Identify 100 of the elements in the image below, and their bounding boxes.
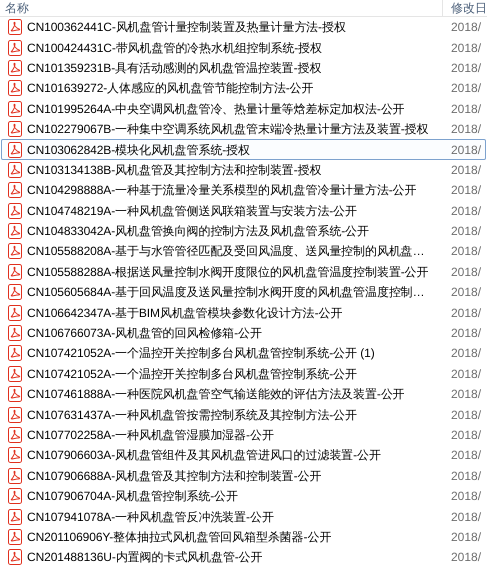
pdf-file-icon xyxy=(8,202,22,219)
file-row[interactable]: CN106642347A-基于BIM风机盘管模块参数化设计方法-公开 2018/ xyxy=(1,302,486,323)
modified-date: 2018/ xyxy=(450,40,482,57)
pdf-file-icon xyxy=(8,386,22,402)
file-row[interactable]: CN107702258A-一种风机盘管湿膜加湿器-公开 2018/ xyxy=(1,424,486,446)
file-name: CN100424431C-带风机盘管的冷热水机组控制系统-授权 xyxy=(27,40,323,57)
modified-date: 2018/ xyxy=(450,427,482,444)
modified-date: 2018/ xyxy=(450,243,482,260)
pdf-file-icon xyxy=(8,264,22,280)
file-row[interactable]: CN107906603A-风机盘管组件及其风机盘管进风口的过滤装置-公开 2018/ xyxy=(1,445,486,466)
file-row[interactable]: CN107421052A-一个温控开关控制多台风机盘管控制系统-公开 2018/ xyxy=(1,364,486,384)
modified-date: 2018/ xyxy=(450,202,482,220)
pdf-file-icon xyxy=(8,488,22,504)
pdf-file-icon xyxy=(8,223,22,240)
modified-date: 2018/ xyxy=(450,162,482,179)
file-name: CN107421052A-一个温控开关控制多台风机盘管控制系统-公开 (1) xyxy=(27,345,376,362)
pdf-file-icon xyxy=(8,508,22,525)
pdf-file-icon xyxy=(8,345,22,362)
file-row[interactable]: CN100424431C-带风机盘管的冷热水机组控制系统-授权 2018/ xyxy=(1,37,486,58)
file-row[interactable]: CN201106906Y-整体抽拉式风机盘管回风箱型杀菌器-公开 2018/ xyxy=(1,526,486,548)
pdf-file-icon xyxy=(8,142,22,158)
file-name: CN105605684A-基于回风温度及送风量控制水阀开度的风机盘管温度控制… xyxy=(27,284,426,302)
file-name: CN107906688A-风机盘管及其控制方法和控制装置-公开 xyxy=(27,468,322,485)
pdf-file-icon xyxy=(8,366,22,382)
file-name: CN106766073A-风机盘管的回风检修箱-公开 xyxy=(27,325,263,342)
modified-date: 2018/ xyxy=(450,386,482,404)
file-row[interactable]: CN106766073A-风机盘管的回风检修箱-公开 2018/ xyxy=(1,322,486,344)
file-name: CN104298888A-一种基于流量冷量关系模型的风机盘管冷量计量方法-公开 xyxy=(27,182,418,200)
file-name: CN201488136U-内置阀的卡式风机盘管-公开 xyxy=(27,549,264,566)
column-header[interactable]: 修改日 xyxy=(443,0,487,16)
pdf-file-icon xyxy=(8,304,22,321)
file-row[interactable]: CN105588208A-基于与水管管径匹配及受回风温度、送风量控制的风机盘… 2018/ xyxy=(1,241,486,262)
pdf-file-icon xyxy=(8,549,22,566)
modified-date: 2018/ xyxy=(450,142,482,159)
modified-date: 2018/ xyxy=(450,264,482,281)
modified-date: 2018/ xyxy=(450,19,482,36)
modified-date: 2018/ xyxy=(450,345,482,362)
file-row[interactable]: CN105605684A-基于回风温度及送风量控制水阀开度的风机盘管温度控制… 2018/ xyxy=(1,282,486,302)
modified-date: 2018/ xyxy=(450,100,482,118)
file-name: CN101995264A-中央空调风机盘管冷、热量计量等焓差标定加权法-公开 xyxy=(27,100,406,118)
file-row[interactable]: CN104833042A-风机盘管换向阀的控制方法及风机盘管系统-公开 2018/ xyxy=(1,220,486,242)
pdf-file-icon xyxy=(8,406,22,423)
modified-date: 2018/ xyxy=(450,80,482,98)
modified-date: 2018/ xyxy=(450,447,482,464)
modified-date: 2018/ xyxy=(450,528,482,546)
file-name: CN106642347A-基于BIM风机盘管模块参数化设计方法-公开 xyxy=(27,304,344,322)
file-row[interactable]: CN107461888A-一种医院风机盘管空气输送能效的评估方法及装置-公开 2018/ xyxy=(1,384,486,404)
modified-date: 2018/ xyxy=(450,60,482,77)
modified-date: 2018/ xyxy=(450,468,482,485)
pdf-file-icon xyxy=(8,100,22,117)
file-row[interactable]: CN102279067B-一种集中空调系统风机盘管末端冷热量计量方法及装置-授权 2018/ xyxy=(1,118,486,140)
pdf-file-icon xyxy=(8,121,22,138)
file-name: CN102279067B-一种集中空调系统风机盘管末端冷热量计量方法及装置-授权 xyxy=(27,121,430,138)
modified-date: 2018/ xyxy=(450,304,482,322)
modified-date: 2018/ xyxy=(450,366,482,383)
modified-date: 2018/ xyxy=(450,121,482,138)
file-name: CN103062842B-模块化风机盘管系统-授权 xyxy=(27,142,251,159)
pdf-file-icon xyxy=(8,243,22,260)
file-name: CN107941078A-一种风机盘管反冲洗装置-公开 xyxy=(27,508,275,526)
file-name: CN107702258A-一种风机盘管湿膜加湿器-公开 xyxy=(27,427,275,444)
file-row[interactable]: CN104298888A-一种基于流量冷量关系模型的风机盘管冷量计量方法-公开 2018/ xyxy=(1,180,486,201)
file-row[interactable]: CN100362441C-风机盘管计量控制装置及热量计量方法-授权 2018/ xyxy=(1,17,486,38)
file-row[interactable]: CN101995264A-中央空调风机盘管冷、热量计量等焓差标定加权法-公开 2018/ xyxy=(1,98,486,119)
pdf-file-icon xyxy=(8,528,22,545)
modified-date: 2018/ xyxy=(450,325,482,342)
pdf-file-icon xyxy=(8,427,22,443)
file-name: CN201106906Y-整体抽拉式风机盘管回风箱型杀菌器-公开 xyxy=(27,528,332,546)
file-name: CN107421052A-一个温控开关控制多台风机盘管控制系统-公开 xyxy=(27,366,358,383)
file-row[interactable]: CN107941078A-一种风机盘管反冲洗装置-公开 2018/ xyxy=(1,506,486,527)
file-row[interactable]: CN104748219A-一种风机盘管侧送风联箱装置与安装方法-公开 2018/ xyxy=(1,200,486,221)
pdf-file-icon xyxy=(8,325,22,342)
file-name: CN107631437A-一种风机盘管按需控制系统及其控制方法-公开 xyxy=(27,406,358,424)
pdf-file-icon xyxy=(8,468,22,484)
pdf-file-icon xyxy=(8,80,22,96)
modified-date: 2018/ xyxy=(450,182,482,200)
file-name: CN101639272-人体感应的风机盘管节能控制方法-公开 xyxy=(27,80,314,98)
file-row[interactable]: CN103134138B-风机盘管及其控制方法和控制装置-授权 2018/ xyxy=(1,160,486,180)
file-row[interactable]: CN107631437A-一种风机盘管按需控制系统及其控制方法-公开 2018/ xyxy=(1,404,486,425)
file-row[interactable]: CN101359231B-具有活动感测的风机盘管温控装置-授权 2018/ xyxy=(1,58,486,78)
file-row[interactable]: CN107906688A-风机盘管及其控制方法和控制装置-公开 2018/ xyxy=(1,466,486,486)
file-row[interactable]: CN107421052A-一个温控开关控制多台风机盘管控制系统-公开 (1) 2018/ xyxy=(1,343,486,364)
file-row[interactable]: CN107906704A-风机盘管控制系统-公开 2018/ xyxy=(1,486,486,506)
file-row[interactable]: CN105588288A-根据送风量控制水阀开度限位的风机盘管温度控制装置-公开 2018/ xyxy=(1,262,486,282)
file-row[interactable]: CN103062842B-模块化风机盘管系统-授权 2018/ xyxy=(1,139,486,160)
pdf-file-icon xyxy=(8,162,22,178)
pdf-file-icon xyxy=(8,19,22,36)
file-name: CN103134138B-风机盘管及其控制方法和控制装置-授权 xyxy=(27,162,322,179)
file-name: CN107906603A-风机盘管组件及其风机盘管进风口的过滤装置-公开 xyxy=(27,447,382,464)
column-header[interactable]: 名称 xyxy=(0,0,443,16)
file-name: CN107461888A-一种医院风机盘管空气输送能效的评估方法及装置-公开 xyxy=(27,386,406,404)
file-row[interactable]: CN201488136U-内置阀的卡式风机盘管-公开 2018/ xyxy=(1,547,486,568)
file-row[interactable]: CN101639272-人体感应的风机盘管节能控制方法-公开 2018/ xyxy=(1,78,486,99)
pdf-file-icon xyxy=(8,447,22,464)
file-name: CN104833042A-风机盘管换向阀的控制方法及风机盘管系统-公开 xyxy=(27,223,370,240)
modified-date: 2018/ xyxy=(450,508,482,526)
pdf-file-icon xyxy=(8,60,22,76)
file-name: CN105588208A-基于与水管管径匹配及受回风温度、送风量控制的风机盘… xyxy=(27,243,426,260)
modified-date: 2018/ xyxy=(450,406,482,424)
file-name: CN107906704A-风机盘管控制系统-公开 xyxy=(27,488,239,506)
pdf-file-icon xyxy=(8,40,22,56)
